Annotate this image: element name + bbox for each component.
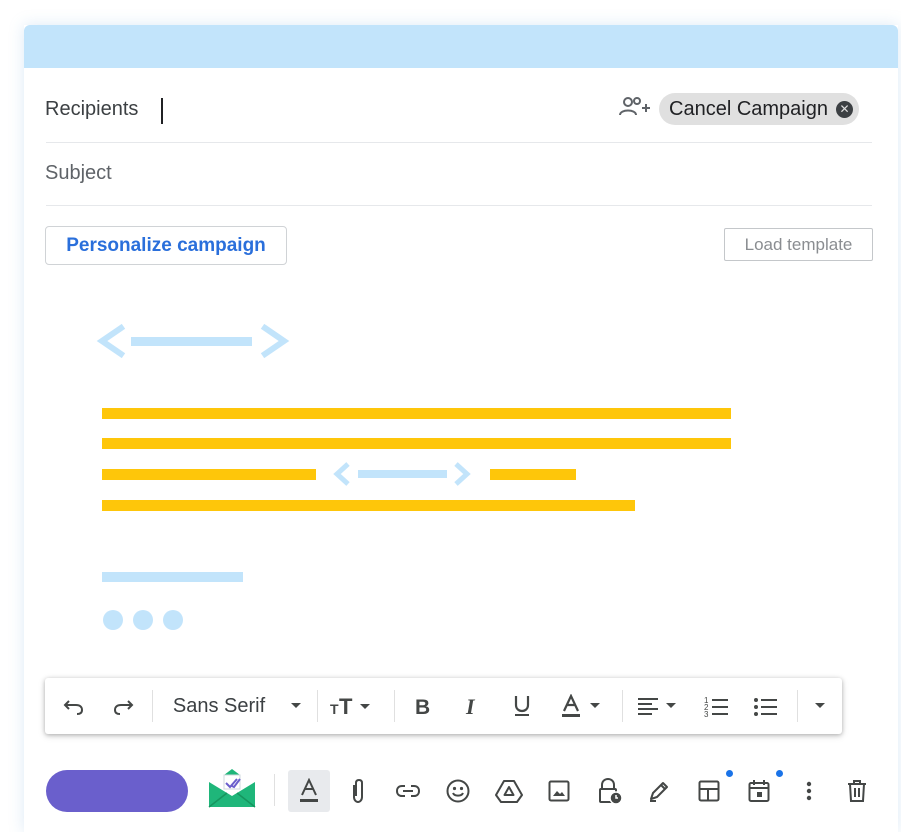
separator [622, 690, 623, 722]
separator [317, 690, 318, 722]
font-family-select[interactable]: Sans Serif [165, 678, 273, 734]
photo-icon[interactable] [541, 773, 577, 809]
send-button[interactable] [46, 770, 188, 812]
placeholder-bar [102, 572, 243, 582]
separator [152, 690, 153, 722]
placeholder-bar [131, 337, 252, 346]
font-size-icon[interactable]: TT [328, 678, 378, 734]
attach-icon[interactable] [340, 773, 376, 809]
campaign-logo-icon[interactable] [206, 769, 258, 809]
placeholder-line [102, 469, 316, 480]
underline-icon[interactable] [507, 678, 537, 734]
svg-text:3: 3 [704, 710, 709, 717]
compose-window: Recipients Cancel Campaign ✕ Subject Per… [24, 25, 898, 832]
confidential-icon[interactable] [592, 773, 628, 809]
notification-dot [726, 770, 733, 777]
signature-icon[interactable] [641, 773, 677, 809]
emoji-icon[interactable] [440, 773, 476, 809]
chevron-down-icon[interactable] [288, 678, 304, 734]
formatting-options-icon[interactable] [288, 770, 330, 812]
align-icon[interactable] [633, 678, 687, 734]
bold-icon[interactable]: B [407, 678, 437, 734]
placeholder-line [490, 469, 576, 480]
svg-text:T: T [330, 701, 339, 717]
schedule-icon[interactable] [741, 773, 777, 809]
svg-text:B: B [415, 696, 430, 717]
separator [394, 690, 395, 722]
separator [274, 774, 275, 806]
link-icon[interactable] [390, 773, 426, 809]
svg-text:I: I [465, 695, 476, 717]
redo-icon[interactable] [108, 678, 138, 734]
placeholder-dot [103, 610, 123, 630]
bottom-action-bar [24, 765, 898, 825]
placeholder-dot [133, 610, 153, 630]
bulleted-list-icon[interactable] [749, 678, 783, 734]
layouts-icon[interactable] [691, 773, 727, 809]
italic-icon[interactable]: I [457, 678, 487, 734]
placeholder-line [102, 438, 731, 449]
delete-icon[interactable] [839, 773, 875, 809]
svg-text:T: T [339, 695, 353, 717]
more-formatting-icon[interactable] [808, 678, 832, 734]
notification-dot [776, 770, 783, 777]
text-color-icon[interactable] [557, 678, 611, 734]
more-options-icon[interactable] [791, 773, 827, 809]
drive-icon[interactable] [491, 773, 527, 809]
separator [797, 690, 798, 722]
placeholder-dot [163, 610, 183, 630]
message-body-placeholder[interactable] [24, 25, 898, 665]
placeholder-line [102, 408, 731, 419]
numbered-list-icon[interactable]: 123 [700, 678, 734, 734]
formatting-toolbar: Sans Serif TT B I 123 [45, 678, 842, 734]
placeholder-line [102, 500, 635, 511]
placeholder-bar [358, 470, 447, 478]
undo-icon[interactable] [59, 678, 89, 734]
